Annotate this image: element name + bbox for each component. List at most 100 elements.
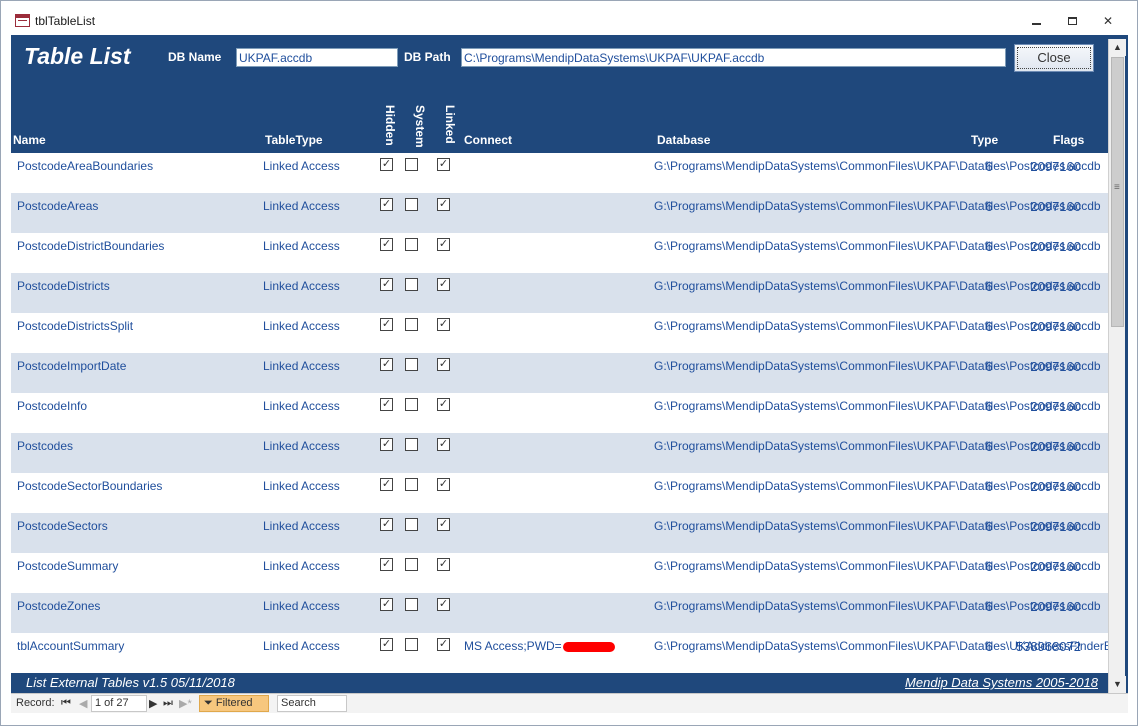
- table-row[interactable]: tblAccountSummary Linked Access ✓ ✓ MS Acces…: [11, 633, 1108, 673]
- row-flags: 538968072: [1015, 639, 1081, 654]
- row-tabletype: Linked Access: [263, 479, 340, 493]
- vertical-scrollbar[interactable]: ▲ ▼: [1108, 39, 1126, 693]
- column-header-linked: Linked: [443, 105, 457, 144]
- db-path-field[interactable]: C:\Programs\MendipDataSystems\UKPAF\UKPA…: [461, 48, 1006, 67]
- row-database: G:\Programs\MendipDataSystems\CommonFile…: [654, 599, 1101, 613]
- row-tabletype: Linked Access: [263, 599, 340, 613]
- row-tabletype: Linked Access: [263, 159, 340, 173]
- filter-toggle-button[interactable]: ⏷ Filtered: [199, 695, 269, 712]
- restore-button[interactable]: [1059, 11, 1085, 31]
- system-checkbox[interactable]: [405, 438, 418, 451]
- linked-checkbox[interactable]: ✓: [437, 598, 450, 611]
- system-checkbox[interactable]: [405, 518, 418, 531]
- row-database: G:\Programs\MendipDataSystems\CommonFile…: [654, 199, 1101, 213]
- title-bar: tblTableList ✕: [1, 1, 1137, 35]
- previous-record-icon[interactable]: ◀: [79, 697, 87, 710]
- row-name: tblAccountSummary: [17, 639, 125, 653]
- table-row[interactable]: PostcodeInfo Linked Access ✓ ✓ G:\Programs\M…: [11, 393, 1108, 433]
- hidden-checkbox[interactable]: ✓: [380, 238, 393, 251]
- system-checkbox[interactable]: [405, 198, 418, 211]
- first-record-icon[interactable]: ⏮: [61, 697, 71, 710]
- hidden-checkbox[interactable]: ✓: [380, 438, 393, 451]
- hidden-checkbox[interactable]: ✓: [380, 318, 393, 331]
- filtered-label: Filtered: [215, 697, 253, 709]
- table-row[interactable]: PostcodeAreaBoundaries Linked Access ✓ ✓ G:\…: [11, 153, 1108, 193]
- row-tabletype: Linked Access: [263, 399, 340, 413]
- linked-checkbox[interactable]: ✓: [437, 358, 450, 371]
- system-checkbox[interactable]: [405, 358, 418, 371]
- linked-checkbox[interactable]: ✓: [437, 438, 450, 451]
- hidden-checkbox[interactable]: ✓: [380, 158, 393, 171]
- hidden-checkbox[interactable]: ✓: [380, 398, 393, 411]
- row-type: 6: [985, 239, 993, 254]
- linked-checkbox[interactable]: ✓: [437, 478, 450, 491]
- table-row[interactable]: Postcodes Linked Access ✓ ✓ G:\Programs\Mend…: [11, 433, 1108, 473]
- record-label: Record:: [16, 697, 55, 709]
- minimize-button[interactable]: [1023, 11, 1049, 31]
- table-row[interactable]: PostcodeZones Linked Access ✓ ✓ G:\Programs\…: [11, 593, 1108, 633]
- linked-checkbox[interactable]: ✓: [437, 238, 450, 251]
- system-checkbox[interactable]: [405, 158, 418, 171]
- table-row[interactable]: PostcodeDistrictBoundaries Linked Access ✓…: [11, 233, 1108, 273]
- record-position-field[interactable]: 1 of 27: [91, 695, 147, 712]
- hidden-checkbox[interactable]: ✓: [380, 598, 393, 611]
- linked-checkbox[interactable]: ✓: [437, 398, 450, 411]
- table-row[interactable]: PostcodeSectors Linked Access ✓ ✓ G:\Program…: [11, 513, 1108, 553]
- hidden-checkbox[interactable]: ✓: [380, 558, 393, 571]
- row-tabletype: Linked Access: [263, 359, 340, 373]
- linked-checkbox[interactable]: ✓: [437, 558, 450, 571]
- hidden-checkbox[interactable]: ✓: [380, 278, 393, 291]
- hidden-checkbox[interactable]: ✓: [380, 518, 393, 531]
- table-row[interactable]: PostcodeDistricts Linked Access ✓ ✓ G:\Progr…: [11, 273, 1108, 313]
- footer-version-text: List External Tables v1.5 05/11/2018: [26, 675, 235, 690]
- scroll-down-icon[interactable]: ▼: [1109, 676, 1126, 693]
- row-name: PostcodeDistrictsSplit: [17, 319, 134, 333]
- system-checkbox[interactable]: [405, 598, 418, 611]
- next-record-icon[interactable]: ▶: [149, 697, 157, 710]
- column-header-name: Name: [13, 133, 46, 147]
- row-tabletype: Linked Access: [263, 439, 340, 453]
- system-checkbox[interactable]: [405, 478, 418, 491]
- hidden-checkbox[interactable]: ✓: [380, 478, 393, 491]
- linked-checkbox[interactable]: ✓: [437, 518, 450, 531]
- row-name: PostcodeAreaBoundaries: [17, 159, 154, 173]
- row-database: G:\Programs\MendipDataSystems\CommonFile…: [654, 439, 1101, 453]
- linked-checkbox[interactable]: ✓: [437, 198, 450, 211]
- system-checkbox[interactable]: [405, 238, 418, 251]
- linked-checkbox[interactable]: ✓: [437, 638, 450, 651]
- system-checkbox[interactable]: [405, 638, 418, 651]
- scroll-thumb[interactable]: [1111, 57, 1124, 327]
- column-header-tabletype: TableType: [265, 133, 323, 147]
- db-name-field[interactable]: UKPAF.accdb: [236, 48, 398, 67]
- footer-copyright-link[interactable]: Mendip Data Systems 2005-2018: [905, 675, 1098, 690]
- search-field[interactable]: Search: [277, 695, 347, 712]
- system-checkbox[interactable]: [405, 398, 418, 411]
- scroll-up-icon[interactable]: ▲: [1109, 39, 1126, 56]
- linked-checkbox[interactable]: ✓: [437, 158, 450, 171]
- new-record-icon[interactable]: ▶*: [179, 697, 192, 710]
- system-checkbox[interactable]: [405, 278, 418, 291]
- table-row[interactable]: PostcodeSummary Linked Access ✓ ✓ G:\Program…: [11, 553, 1108, 593]
- system-checkbox[interactable]: [405, 558, 418, 571]
- hidden-checkbox[interactable]: ✓: [380, 198, 393, 211]
- table-row[interactable]: PostcodeImportDate Linked Access ✓ ✓ G:\Prog…: [11, 353, 1108, 393]
- linked-checkbox[interactable]: ✓: [437, 318, 450, 331]
- linked-checkbox[interactable]: ✓: [437, 278, 450, 291]
- row-tabletype: Linked Access: [263, 239, 340, 253]
- hidden-checkbox[interactable]: ✓: [380, 638, 393, 651]
- system-checkbox[interactable]: [405, 318, 418, 331]
- table-row[interactable]: PostcodeAreas Linked Access ✓ ✓ G:\Programs\…: [11, 193, 1108, 233]
- table-row[interactable]: PostcodeDistrictsSplit Linked Access ✓ ✓ G:\…: [11, 313, 1108, 353]
- form-title: Table List: [24, 43, 131, 69]
- row-flags: 2097160: [1030, 239, 1081, 254]
- row-type: 6: [985, 599, 993, 614]
- row-flags: 2097160: [1030, 319, 1081, 334]
- column-header-type: Type: [971, 133, 999, 147]
- row-flags: 2097160: [1030, 199, 1081, 214]
- row-name: PostcodeImportDate: [17, 359, 127, 373]
- table-row[interactable]: PostcodeSectorBoundaries Linked Access ✓ ✓ G…: [11, 473, 1108, 513]
- last-record-icon[interactable]: ⏭: [163, 697, 173, 710]
- window-close-button[interactable]: ✕: [1095, 11, 1121, 31]
- hidden-checkbox[interactable]: ✓: [380, 358, 393, 371]
- close-button[interactable]: Close: [1014, 44, 1094, 72]
